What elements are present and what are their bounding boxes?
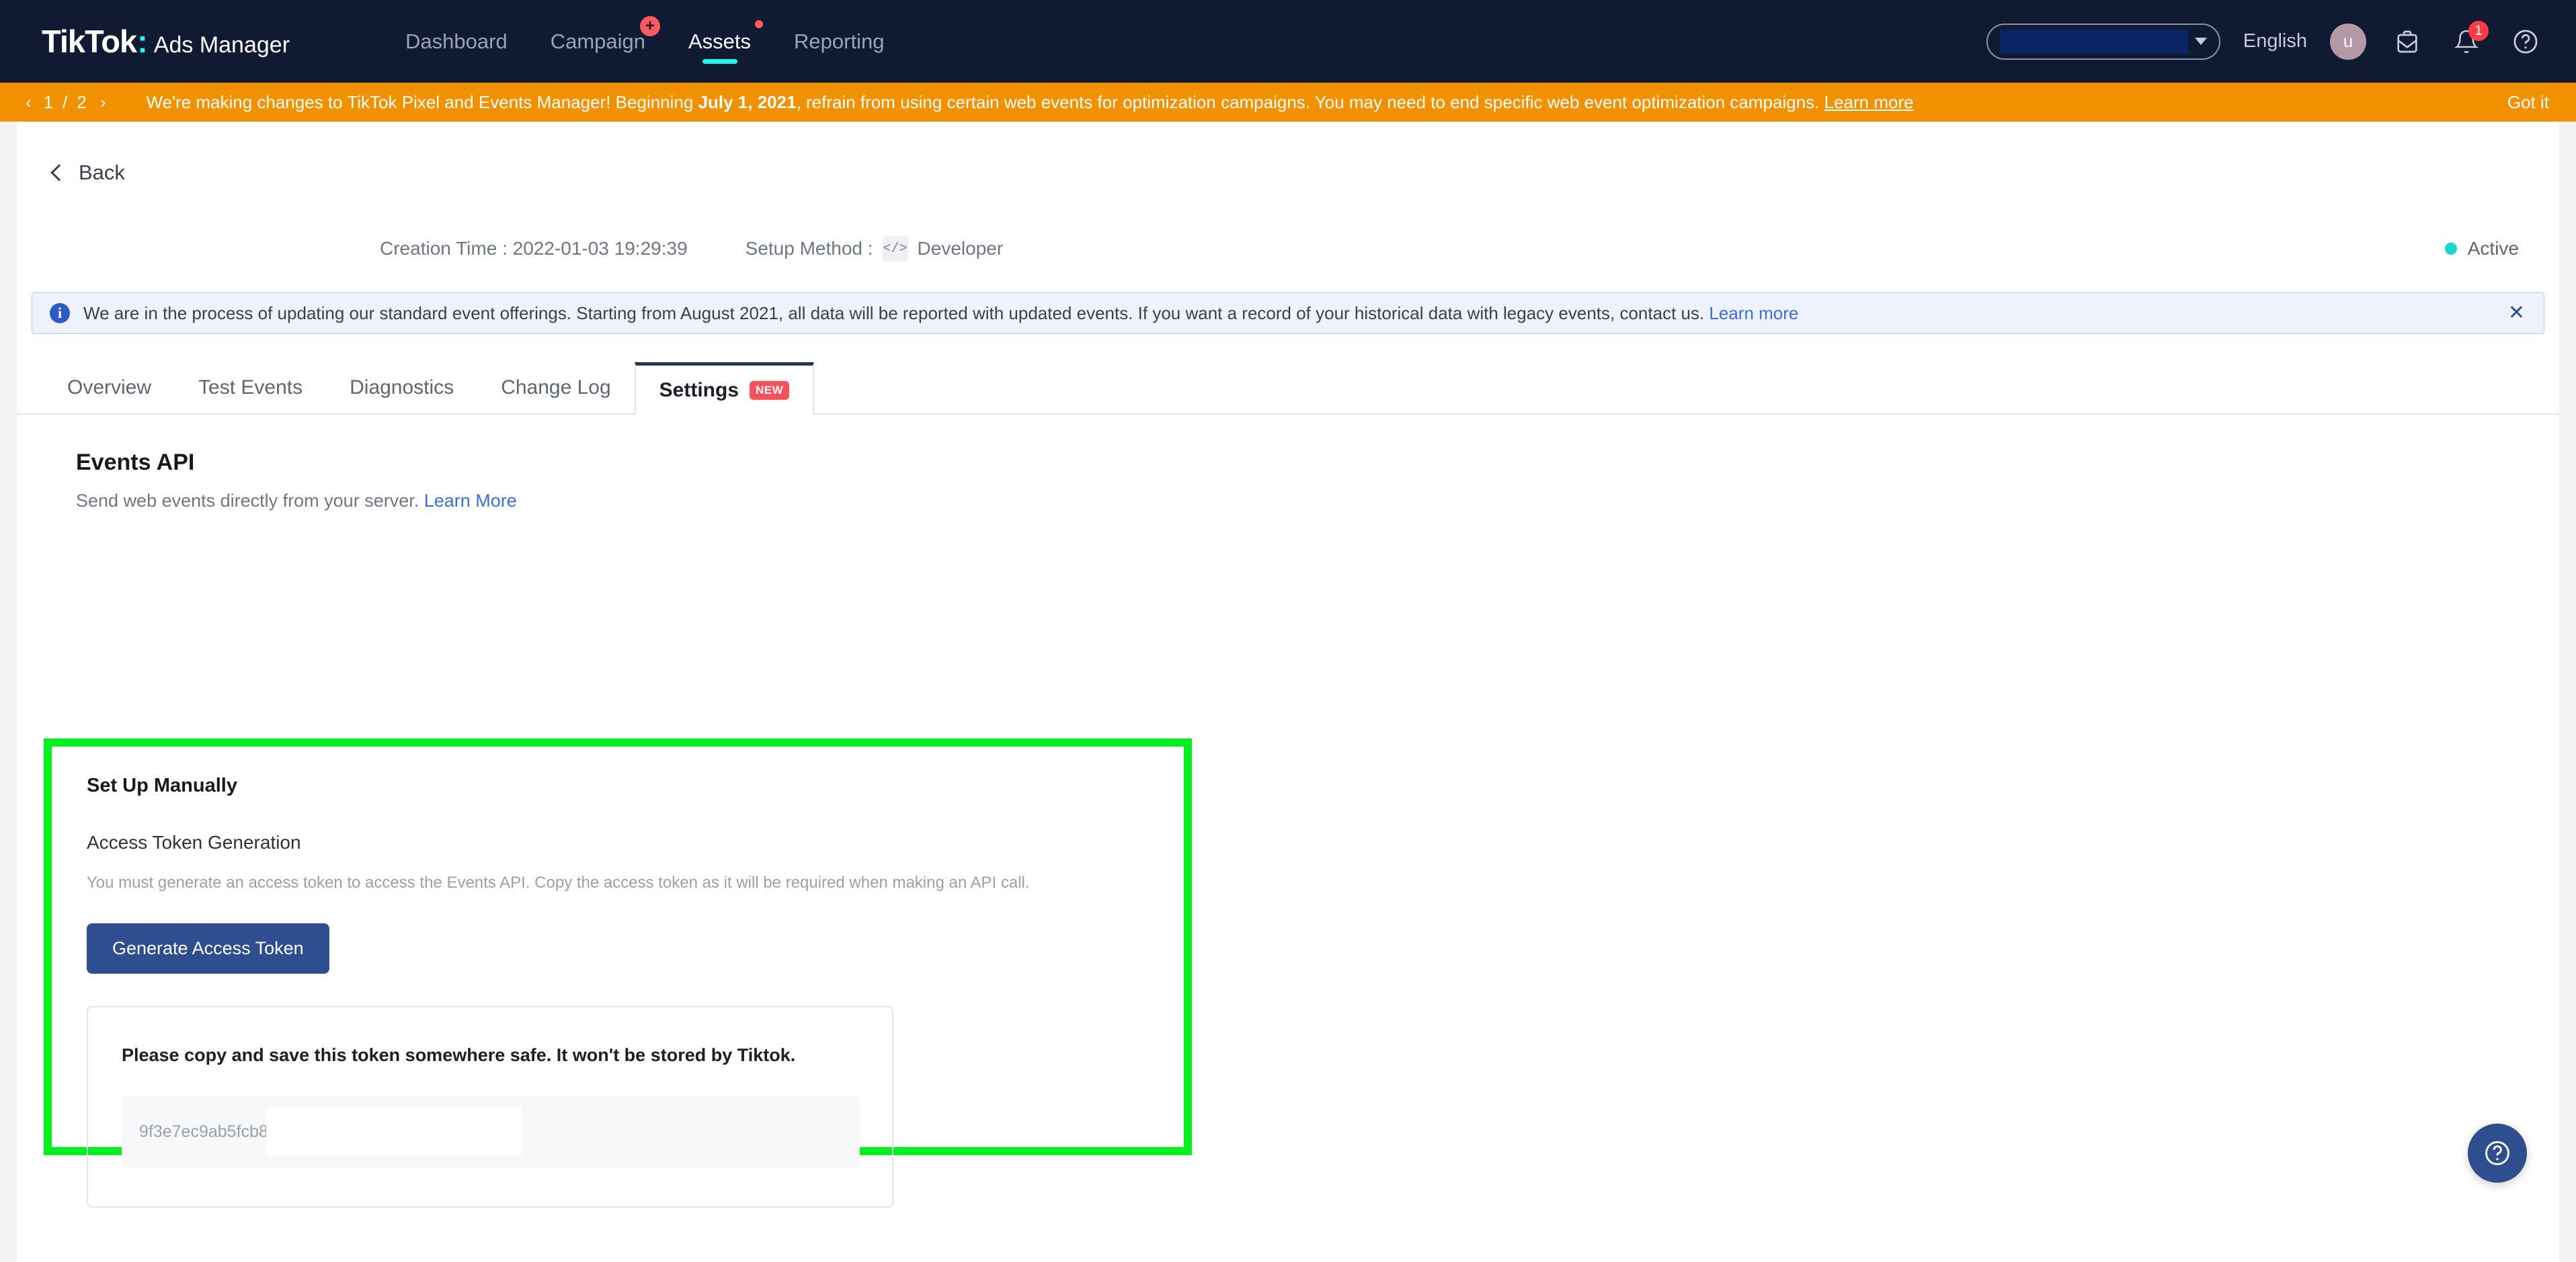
events-api-subtitle: Send web events directly from your serve… — [76, 491, 2559, 511]
access-token-redaction-overlay — [266, 1107, 522, 1156]
events-api-learn-more-link[interactable]: Learn More — [424, 491, 517, 511]
tiktok-colon-glyph: : — [137, 24, 148, 59]
info-circle-icon: i — [50, 303, 70, 323]
nav-item-assets[interactable]: Assets — [667, 0, 772, 83]
status-badge: Active — [2444, 238, 2519, 259]
content-panel: Back Creation Time : 2022-01-03 19:29:39… — [17, 122, 2559, 1262]
access-token-value: 9f3e7ec9ab5fcb8 — [139, 1122, 268, 1141]
top-navigation-bar: TikTok : Ads Manager Dashboard Campaign … — [0, 0, 2576, 83]
tab-diagnostics-label: Diagnostics — [350, 376, 454, 398]
pixel-meta-row: Creation Time : 2022-01-03 19:29:39 Setu… — [17, 230, 2559, 267]
language-selector[interactable]: English — [2243, 30, 2307, 52]
info-banner-text: We are in the process of updating our st… — [83, 302, 1709, 323]
setup-method: Setup Method : </> Developer — [745, 236, 1004, 261]
setup-method-value: Developer — [917, 238, 1004, 259]
page-body: Back Creation Time : 2022-01-03 19:29:39… — [0, 122, 2576, 1262]
banner-message: We're making changes to TikTok Pixel and… — [147, 92, 1914, 113]
inbox-button[interactable] — [2389, 24, 2425, 60]
banner-page-current: 1 — [43, 91, 55, 112]
nav-item-campaign[interactable]: Campaign + — [529, 0, 667, 83]
tab-overview-label: Overview — [67, 376, 152, 398]
account-selector[interactable] — [1986, 23, 2220, 60]
code-developer-icon: </> — [882, 236, 908, 261]
status-label: Active — [2467, 238, 2519, 259]
chevron-down-icon — [2194, 38, 2207, 45]
tiktok-wordmark: TikTok — [42, 24, 137, 59]
generate-access-token-button[interactable]: Generate Access Token — [87, 923, 329, 974]
access-token-generation-description: You must generate an access token to acc… — [87, 874, 1030, 892]
briefcase-mail-icon — [2397, 30, 2417, 52]
setup-manually-section: Set Up Manually Access Token Generation … — [52, 747, 1184, 1208]
banner-prev-arrow-icon[interactable]: ‹ — [17, 92, 40, 113]
creation-time-label: Creation Time : — [380, 238, 513, 259]
close-icon[interactable]: ✕ — [2508, 303, 2525, 323]
banner-page-total: 2 — [77, 91, 88, 112]
banner-next-arrow-icon[interactable]: › — [92, 92, 114, 113]
notifications-button[interactable]: 1 — [2448, 20, 2489, 60]
tab-bar: Overview Test Events Diagnostics Change … — [17, 362, 2559, 415]
help-button[interactable] — [2507, 24, 2544, 60]
back-button[interactable]: Back — [17, 122, 2559, 185]
tab-test-events[interactable]: Test Events — [175, 362, 326, 413]
access-token-field[interactable]: 9f3e7ec9ab5fcb8 — [122, 1095, 860, 1168]
brand-logo[interactable]: TikTok : Ads Manager — [42, 23, 290, 60]
tab-change-log[interactable]: Change Log — [477, 362, 634, 413]
plus-badge-icon[interactable]: + — [640, 16, 660, 36]
token-save-warning: Please copy and save this token somewher… — [122, 1045, 796, 1065]
nav-item-campaign-label: Campaign — [550, 29, 645, 53]
question-circle-icon — [2513, 30, 2538, 53]
back-label: Back — [79, 161, 125, 184]
announcement-banner: ‹ 1 / 2 › We're making changes to TikTok… — [0, 83, 2576, 122]
setup-manually-highlight-box: Set Up Manually Access Token Generation … — [44, 739, 1192, 1208]
token-result-card: Please copy and save this token somewher… — [87, 1006, 893, 1208]
banner-page-separator: / — [63, 91, 69, 112]
status-dot-icon — [2444, 243, 2457, 255]
avatar[interactable]: u — [2330, 23, 2366, 60]
info-banner-learn-more-link[interactable]: Learn more — [1709, 303, 1798, 323]
banner-message-date: July 1, 2021 — [698, 91, 797, 112]
tab-test-events-label: Test Events — [198, 376, 303, 398]
nav-item-dashboard[interactable]: Dashboard — [384, 0, 529, 83]
events-api-section: Events API Send web events directly from… — [17, 415, 2559, 511]
tab-settings[interactable]: Settings NEW — [634, 362, 815, 415]
chevron-left-icon — [50, 164, 68, 181]
account-name-redacted — [1999, 29, 2188, 54]
banner-got-it-button[interactable]: Got it — [2507, 92, 2549, 113]
help-fab-button[interactable] — [2468, 1124, 2527, 1183]
nav-item-dashboard-label: Dashboard — [405, 29, 508, 53]
info-banner: i We are in the process of updating our … — [32, 292, 2544, 334]
question-circle-icon — [2485, 1141, 2509, 1165]
events-api-title: Events API — [76, 450, 195, 475]
red-dot-badge-icon — [755, 20, 764, 28]
notification-count-badge: 1 — [2468, 20, 2489, 41]
banner-learn-more-link[interactable]: Learn more — [1824, 92, 1914, 112]
banner-message-before: We're making changes to TikTok Pixel and… — [146, 91, 698, 112]
events-api-subtitle-text: Send web events directly from your serve… — [76, 491, 424, 511]
tab-diagnostics[interactable]: Diagnostics — [326, 362, 477, 413]
nav-item-assets-label: Assets — [688, 29, 752, 53]
primary-nav: Dashboard Campaign + Assets Reporting — [384, 0, 905, 83]
info-banner-message: We are in the process of updating our st… — [83, 303, 1798, 324]
setup-manually-title: Set Up Manually — [87, 775, 237, 796]
nav-item-reporting-label: Reporting — [794, 29, 885, 53]
tab-change-log-label: Change Log — [501, 376, 611, 398]
setup-method-label: Setup Method : — [745, 238, 873, 259]
tab-overview[interactable]: Overview — [44, 362, 175, 413]
top-nav-right-cluster: English u 1 — [1986, 20, 2544, 60]
creation-time: Creation Time : 2022-01-03 19:29:39 — [380, 238, 688, 259]
creation-time-value: 2022-01-03 19:29:39 — [512, 238, 688, 259]
access-token-generation-title: Access Token Generation — [87, 832, 301, 853]
new-badge: NEW — [750, 380, 790, 400]
banner-message-after: , refrain from using certain web events … — [796, 91, 1824, 112]
product-name: Ads Manager — [153, 32, 290, 58]
nav-item-reporting[interactable]: Reporting — [772, 0, 905, 83]
tab-settings-label: Settings — [659, 378, 739, 401]
